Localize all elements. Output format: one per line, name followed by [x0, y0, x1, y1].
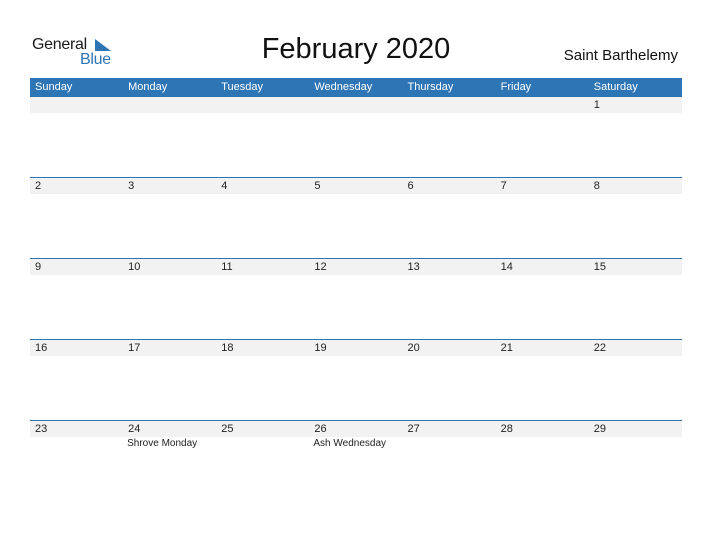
day-cell: 18 [221, 342, 234, 354]
day-number-bar: 2 3 4 5 6 7 8 [30, 177, 682, 194]
holiday-label: Ash Wednesday [313, 438, 387, 449]
holiday-label [30, 437, 123, 451]
day-cell: 12 [314, 261, 327, 273]
holiday-label: Shrove Monday [127, 438, 198, 449]
day-cell: 13 [407, 261, 420, 273]
day-cell [403, 97, 496, 113]
day-cell: 2 [35, 180, 42, 192]
weekday-sunday: Sunday [35, 81, 73, 93]
country-name: Saint Barthelemy [563, 47, 678, 64]
day-number-bar: 1 [30, 97, 682, 113]
day-cell: 4 [221, 180, 228, 192]
holiday-label [496, 437, 589, 451]
weekday-header: Sunday Monday Tuesday Wednesday Thursday… [30, 78, 682, 97]
day-cell: 8 [593, 180, 600, 192]
day-cell [30, 97, 123, 113]
day-cell: 27 [407, 423, 420, 435]
week-row-4: 16 17 18 19 20 21 22 [30, 339, 682, 356]
day-cell: 23 [35, 423, 48, 435]
day-number-bar: 23 24 25 26 27 28 29 [30, 420, 682, 437]
week-row-1: 1 [30, 97, 682, 113]
weekday-friday: Friday [500, 81, 532, 93]
day-cell: 17 [128, 342, 141, 354]
week-row-3: 9 10 11 12 13 14 15 [30, 258, 682, 275]
weekday-saturday: Saturday [593, 81, 638, 93]
day-cell [216, 97, 309, 113]
weekday-thursday: Thursday [407, 81, 454, 93]
day-cell: 29 [593, 423, 606, 435]
day-number-bar: 16 17 18 19 20 21 22 [30, 339, 682, 356]
day-cell: 28 [500, 423, 513, 435]
day-cell: 6 [407, 180, 414, 192]
weekday-monday: Monday [128, 81, 168, 93]
events-row: Shrove Monday Ash Wednesday [30, 437, 682, 451]
weekday-tuesday: Tuesday [221, 81, 264, 93]
day-cell: 14 [500, 261, 513, 273]
day-cell: 20 [407, 342, 420, 354]
day-cell: 1 [593, 99, 600, 111]
day-cell [309, 97, 402, 113]
day-cell: 26 [314, 423, 327, 435]
day-cell: 16 [35, 342, 48, 354]
day-number-bar: 9 10 11 12 13 14 15 [30, 258, 682, 275]
day-cell: 11 [221, 261, 233, 273]
week-row-2: 2 3 4 5 6 7 8 [30, 177, 682, 194]
day-cell: 22 [593, 342, 606, 354]
holiday-label [589, 437, 682, 451]
day-cell: 15 [593, 261, 606, 273]
week-row-5: 23 24 25 26 27 28 29 Shrove Monday Ash W… [30, 420, 682, 451]
day-cell [496, 97, 589, 113]
day-cell: 10 [128, 261, 141, 273]
day-cell: 21 [500, 342, 513, 354]
day-cell: 3 [128, 180, 135, 192]
holiday-label [216, 437, 309, 451]
weekday-wednesday: Wednesday [314, 81, 373, 93]
day-cell [123, 97, 216, 113]
holiday-label [403, 437, 496, 451]
day-cell: 9 [35, 261, 42, 273]
day-cell: 7 [500, 180, 507, 192]
day-cell: 25 [221, 423, 234, 435]
day-cell: 19 [314, 342, 327, 354]
day-cell: 24 [128, 423, 141, 435]
day-cell: 5 [314, 180, 321, 192]
